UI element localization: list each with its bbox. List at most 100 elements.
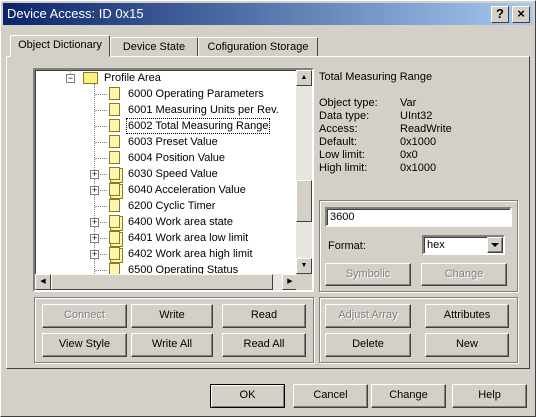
button-label: Adjust Array (338, 309, 398, 321)
button-label: Connect (64, 309, 105, 321)
button-label: Change (389, 389, 428, 401)
tab-label: Device State (122, 41, 186, 53)
tree-item[interactable]: − Profile Area (35, 70, 297, 86)
attributes-button[interactable]: Attributes (425, 304, 509, 328)
tab-configuration-storage[interactable]: Cofiguration Storage (198, 37, 318, 57)
close-icon[interactable]: × (512, 6, 530, 23)
button-label: Write (159, 309, 185, 321)
adjust-array-button[interactable]: Adjust Array (325, 304, 411, 328)
help-icon[interactable]: ? (491, 6, 509, 23)
tree-item-label: 6200 Cyclic Timer (128, 200, 216, 212)
change-button[interactable]: Change (371, 384, 446, 408)
object-tree[interactable]: − Profile Area 6000 Operating Parameters 60… (33, 68, 314, 292)
tab-label: Cofiguration Storage (207, 41, 309, 53)
tree-line (95, 206, 107, 207)
tree-item[interactable]: 6003 Preset Value (35, 134, 297, 150)
info-value: ReadWrite (400, 123, 452, 135)
scroll-up-icon[interactable]: ▲ (296, 70, 312, 86)
button-label: Cancel (313, 389, 348, 401)
connect-button[interactable]: Connect (42, 304, 127, 328)
tree-item[interactable]: +6402 Work area high limit (35, 246, 297, 262)
tab-device-state[interactable]: Device State (110, 37, 198, 57)
scroll-thumb[interactable] (51, 274, 273, 290)
document-stack-icon (109, 167, 120, 180)
tree-item[interactable]: +6040 Acceleration Value (35, 182, 297, 198)
expand-icon[interactable]: + (90, 218, 99, 227)
tree-item-label: 6401 Work area low limit (128, 232, 249, 244)
expand-icon[interactable]: + (90, 186, 99, 195)
tree-line (95, 110, 107, 111)
device-access-dialog: Device Access: ID 0x15 ? × Object Dictio… (0, 0, 536, 417)
button-label: New (455, 338, 478, 350)
tree-item[interactable]: 6004 Position Value (35, 150, 297, 166)
scroll-thumb[interactable] (296, 180, 312, 222)
document-stack-icon (109, 183, 120, 196)
tree-item[interactable]: +6400 Work area state (35, 214, 297, 230)
format-label: Format: (328, 240, 366, 252)
change-value-button[interactable]: Change (421, 263, 507, 286)
tree-item-label: 6030 Speed Value (128, 168, 218, 180)
tree-item-label: 6402 Work area high limit (128, 248, 253, 260)
tree-vertical-scrollbar[interactable]: ▲ ▼ (296, 70, 312, 274)
document-icon (109, 119, 120, 132)
tree-item-label: 6400 Work area state (128, 216, 233, 228)
tree-item-label: 6002 Total Measuring Range (125, 118, 271, 134)
write-all-button[interactable]: Write All (131, 333, 213, 357)
expand-icon[interactable]: + (90, 250, 99, 259)
button-label: Attributes (443, 309, 491, 321)
tree-line (95, 142, 107, 143)
tab-object-dictionary[interactable]: Object Dictionary (10, 35, 110, 57)
tree-item-label: 6004 Position Value (128, 152, 226, 164)
tree-item[interactable]: 6001 Measuring Units per Rev. (35, 102, 297, 118)
document-icon (109, 87, 120, 100)
expand-icon[interactable]: + (90, 170, 99, 179)
ok-button[interactable]: OK (210, 384, 285, 408)
button-label: Delete (352, 338, 384, 350)
help-button[interactable]: Help (452, 384, 527, 408)
info-key: Object type: (319, 97, 378, 109)
tree-item-label: Profile Area (104, 72, 161, 84)
info-key: Low limit: (319, 149, 365, 161)
format-select[interactable]: hex (422, 235, 505, 255)
scroll-corner (296, 274, 312, 290)
button-label: Help (478, 389, 501, 401)
object-title: Total Measuring Range (319, 71, 433, 83)
view-style-button[interactable]: View Style (42, 333, 127, 357)
document-icon (109, 151, 120, 164)
scroll-left-icon[interactable]: ◀ (35, 274, 51, 290)
format-selected: hex (427, 239, 445, 251)
scroll-down-icon[interactable]: ▼ (296, 258, 312, 274)
new-button[interactable]: New (425, 333, 509, 357)
window-title: Device Access: ID 0x15 (7, 6, 144, 21)
chevron-down-icon[interactable] (487, 237, 503, 253)
tree-horizontal-scrollbar[interactable]: ◀ ▶ (35, 274, 298, 290)
button-label: Read All (243, 338, 285, 350)
tree-item-label: 6000 Operating Parameters (128, 88, 264, 100)
read-button[interactable]: Read (222, 304, 306, 328)
symbolic-button[interactable]: Symbolic (325, 263, 411, 286)
tree-item[interactable]: 6000 Operating Parameters (35, 86, 297, 102)
tree-line (95, 94, 107, 95)
title-bar[interactable]: Device Access: ID 0x15 ? × (3, 3, 533, 25)
info-key: Access: (319, 123, 358, 135)
info-key: Default: (319, 136, 357, 148)
document-icon (109, 135, 120, 148)
document-stack-icon (109, 231, 120, 244)
info-key: High limit: (319, 162, 368, 174)
delete-button[interactable]: Delete (325, 333, 411, 357)
write-button[interactable]: Write (131, 304, 213, 328)
tree-item-label: 6040 Acceleration Value (128, 184, 246, 196)
tree-item[interactable]: +6030 Speed Value (35, 166, 297, 182)
tree-item[interactable]: +6401 Work area low limit (35, 230, 297, 246)
cancel-button[interactable]: Cancel (293, 384, 368, 408)
tree-item[interactable]: 6200 Cyclic Timer (35, 198, 297, 214)
button-label: OK (239, 389, 256, 401)
document-icon (109, 103, 120, 116)
expand-icon[interactable]: + (90, 234, 99, 243)
tree-item[interactable]: 6002 Total Measuring Range (35, 118, 297, 134)
value-input[interactable]: 3600 (325, 207, 512, 227)
collapse-icon[interactable]: − (66, 74, 75, 83)
info-value: Var (400, 97, 417, 109)
read-all-button[interactable]: Read All (222, 333, 306, 357)
document-stack-icon (109, 215, 120, 228)
